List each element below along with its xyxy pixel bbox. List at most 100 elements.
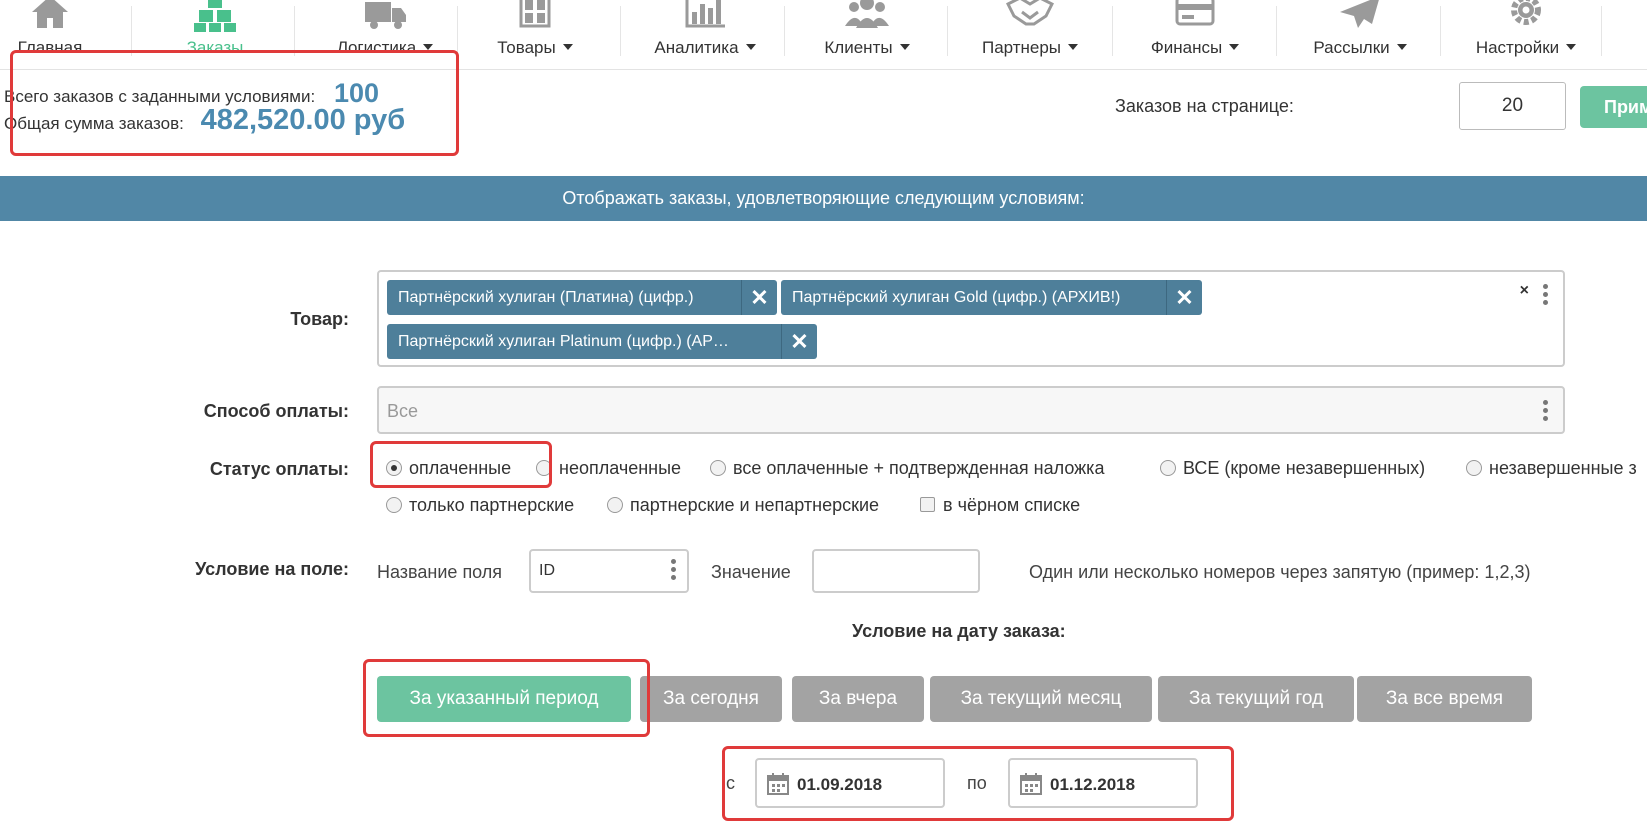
nav-item-analytics[interactable]: Аналитика [640, 0, 770, 70]
nav-label: Товары [480, 38, 590, 58]
nav-divider [784, 6, 785, 56]
chevron-down-icon [1566, 43, 1577, 50]
status-radio-paid-plus-cod[interactable]: все оплаченные + подтвержденная наложка [710, 458, 1104, 479]
filter-banner: Отображать заказы, удовлетворяющие следу… [0, 176, 1647, 221]
nav-label: Партнеры [965, 38, 1095, 58]
radio-button[interactable] [607, 497, 623, 513]
nav-label: Клиенты [807, 38, 927, 58]
cubes-icon [194, 0, 236, 32]
field-condition-hint: Один или несколько номеров через запятую… [1029, 562, 1531, 582]
nav-label: Рассылки [1295, 38, 1425, 58]
product-label: Товар: [290, 309, 349, 329]
apply-button[interactable]: Прим [1580, 86, 1647, 128]
value-label: Значение [711, 562, 791, 582]
radio-button[interactable] [1466, 460, 1482, 476]
status-radio-unpaid[interactable]: неоплаченные [536, 458, 681, 479]
chevron-down-icon [1396, 43, 1407, 50]
checkbox[interactable] [920, 497, 935, 512]
summary-highlight [10, 50, 459, 156]
nav-divider [131, 6, 132, 56]
radio-label: неоплаченные [559, 458, 682, 478]
payment-method-select[interactable]: Все [377, 386, 1565, 434]
chevron-down-icon [1229, 43, 1240, 50]
nav-item-partners[interactable]: Партнеры [965, 0, 1095, 70]
paid-status-highlight [370, 441, 552, 488]
remove-tag-icon[interactable]: ✕ [1166, 280, 1202, 315]
chevron-down-icon [899, 43, 910, 50]
radio-label: ВСЕ (кроме незавершенных) [1183, 458, 1426, 478]
period-today-button[interactable]: За сегодня [640, 676, 782, 722]
nav-divider [1601, 6, 1602, 56]
radio-label: партнерские и непартнерские [630, 495, 880, 515]
nav-item-finance[interactable]: Финансы [1130, 0, 1260, 70]
radio-button[interactable] [1160, 460, 1176, 476]
home-icon [32, 0, 68, 28]
handshake-icon [1006, 0, 1054, 26]
product-tag-label: Партнёрский хулиган Gold (цифр.) (АРХИВ!… [792, 289, 1121, 306]
bar-chart-icon [685, 0, 725, 28]
period-current-year-button[interactable]: За текущий год [1158, 676, 1354, 722]
product-tag-label: Партнёрский хулиган (Платина) (цифр.) [398, 289, 694, 306]
payment-status-label: Статус оплаты: [209, 459, 349, 479]
period-yesterday-button[interactable]: За вчера [792, 676, 924, 722]
field-name-select[interactable]: ID [529, 549, 689, 593]
field-name-label: Название поля [377, 562, 503, 582]
remove-tag-icon[interactable]: ✕ [741, 280, 777, 315]
status-radio-partner-and-non[interactable]: партнерские и непартнерские [607, 495, 879, 516]
kebab-menu-icon[interactable] [671, 559, 677, 585]
product-tag: Партнёрский хулиган Platinum (цифр.) (АР… [387, 324, 817, 359]
nav-item-settings[interactable]: Настройки [1456, 0, 1596, 70]
nav-item-clients[interactable]: Клиенты [807, 0, 927, 70]
truck-icon [365, 2, 406, 29]
product-multiselect[interactable]: Партнёрский хулиган (Платина) (цифр.) ✕ … [377, 270, 1565, 367]
chevron-down-icon [423, 43, 434, 50]
gear-icon [1511, 0, 1541, 25]
value-input[interactable] [812, 549, 980, 593]
chevron-down-icon [745, 43, 756, 50]
credit-card-icon [1175, 0, 1215, 26]
per-page-label: Заказов на странице: [1115, 96, 1294, 116]
product-tag: Партнёрский хулиган (Платина) (цифр.) ✕ [387, 280, 777, 315]
product-tag: Партнёрский хулиган Gold (цифр.) (АРХИВ!… [781, 280, 1202, 315]
radio-label: все оплаченные + подтвержденная наложка [733, 458, 1105, 478]
nav-label: Аналитика [640, 38, 770, 58]
nav-divider [1112, 6, 1113, 56]
date-condition-title: Условие на дату заказа: [852, 621, 1066, 641]
nav-item-products[interactable]: Товары [480, 0, 590, 70]
shelf-icon [519, 0, 551, 28]
kebab-menu-icon[interactable] [1543, 400, 1549, 426]
nav-divider [457, 6, 458, 56]
per-page-input[interactable] [1459, 82, 1566, 130]
clear-all-icon[interactable]: × [1520, 282, 1529, 300]
status-radio-incomplete[interactable]: незавершенные з [1466, 458, 1637, 479]
paper-plane-icon [1340, 0, 1379, 28]
period-highlight [363, 659, 650, 737]
field-name-value: ID [539, 562, 555, 579]
radio-button[interactable] [710, 460, 726, 476]
chevron-down-icon [1068, 43, 1079, 50]
radio-button[interactable] [386, 497, 402, 513]
date-range-highlight [722, 746, 1234, 821]
nav-divider [294, 6, 295, 56]
nav-label: Финансы [1130, 38, 1260, 58]
blacklist-checkbox[interactable]: в чёрном списке [920, 495, 1080, 516]
chevron-down-icon [562, 43, 573, 50]
nav-label: Настройки [1456, 38, 1596, 58]
users-icon [845, 0, 889, 28]
kebab-menu-icon[interactable] [1543, 284, 1549, 310]
product-tag-label: Партнёрский хулиган Platinum (цифр.) (АР… [398, 333, 729, 350]
nav-item-mailings[interactable]: Рассылки [1295, 0, 1425, 70]
radio-label: незавершенные з [1489, 458, 1637, 478]
checkbox-label: в чёрном списке [943, 495, 1081, 515]
remove-tag-icon[interactable]: ✕ [781, 324, 817, 359]
status-radio-all[interactable]: ВСЕ (кроме незавершенных) [1160, 458, 1425, 479]
nav-divider [1276, 6, 1277, 56]
nav-divider [620, 6, 621, 56]
period-all-time-button[interactable]: За все время [1357, 676, 1532, 722]
nav-divider [1440, 6, 1441, 56]
payment-method-placeholder: Все [387, 401, 419, 421]
payment-method-label: Способ оплаты: [203, 401, 349, 421]
period-current-month-button[interactable]: За текущий месяц [930, 676, 1152, 722]
status-radio-partner-only[interactable]: только партнерские [386, 495, 574, 516]
radio-label: только партнерские [409, 495, 575, 515]
